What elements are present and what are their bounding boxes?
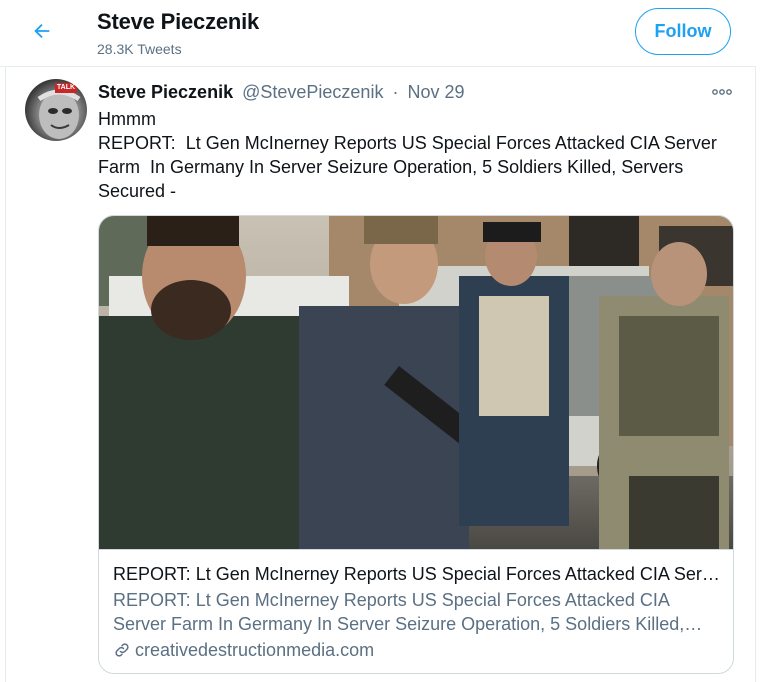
card-domain-text: creativedestructionmedia.com — [135, 640, 375, 660]
author-handle[interactable]: @StevePieczenik — [242, 82, 383, 102]
avatar[interactable]: TALK — [25, 79, 87, 141]
link-card[interactable]: REPORT: Lt Gen McInerney Reports US Spec… — [98, 215, 734, 674]
profile-name-title: Steve Pieczenik — [97, 9, 260, 34]
tweet-page: Steve Pieczenik 28.3K Tweets Follow TALK… — [0, 0, 764, 682]
card-description: REPORT: Lt Gen McInerney Reports US Spec… — [113, 590, 685, 634]
author-name[interactable]: Steve Pieczenik — [98, 82, 233, 102]
back-button[interactable] — [22, 13, 62, 53]
profile-header: Steve Pieczenik 28.3K Tweets Follow — [0, 0, 756, 67]
arrow-left-icon — [31, 20, 53, 47]
card-image[interactable] — [99, 216, 733, 550]
photo-soldiers-icon — [99, 216, 733, 549]
separator-dot: · — [392, 82, 399, 102]
card-domain: creativedestructionmedia.com — [113, 638, 721, 662]
more-button[interactable] — [710, 83, 734, 101]
link-icon — [113, 641, 131, 659]
tweet-text: Hmmm REPORT: Lt Gen McInerney Reports US… — [98, 109, 717, 201]
card-body: REPORT: Lt Gen McInerney Reports US Spec… — [113, 562, 721, 662]
avatar-tag: TALK — [55, 83, 77, 93]
tweet[interactable]: TALK Steve Pieczenik @StevePieczenik · N… — [5, 67, 756, 682]
tweet-count: 28.3K Tweets — [97, 41, 182, 57]
card-title[interactable]: REPORT: Lt Gen McInerney Reports US Spec… — [113, 562, 721, 586]
follow-button[interactable]: Follow — [635, 8, 731, 55]
tweet-date[interactable]: Nov 29 — [407, 82, 464, 102]
more-horizontal-icon — [711, 83, 733, 101]
tweet-header: Steve Pieczenik @StevePieczenik · Nov 29 — [98, 82, 465, 103]
